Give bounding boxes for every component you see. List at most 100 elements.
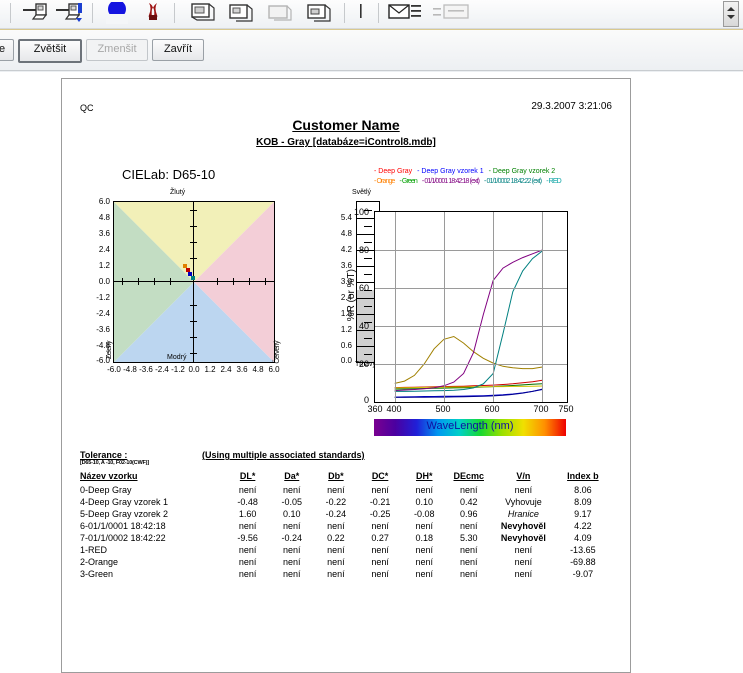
table-cell: 3-Green	[80, 569, 114, 579]
table-cell: 0.18	[415, 533, 433, 543]
table-cell: 9.17	[574, 509, 592, 519]
table-cell: Vyhovuje	[505, 497, 542, 507]
table-row[interactable]: 6-01/1/0001 18:42:18 není není není není není…	[80, 520, 610, 532]
table-row[interactable]: 0-Deep Gray není není není není není není není 8…	[80, 484, 610, 496]
axis-label-red: Červený	[274, 341, 281, 364]
sp-ytick: 80	[358, 245, 369, 255]
l-tick: 4.8	[340, 229, 352, 238]
table-cell: Hranice	[507, 509, 539, 519]
toolbar-separator	[10, 3, 11, 23]
legend-entry: - 01/1/0001 18:42:18 (ext)	[421, 178, 480, 185]
table-cell: není	[415, 485, 433, 495]
toolbar-separator	[174, 3, 175, 23]
report-subtitle: KOB - Gray [databáze=iControl8.mdb]	[256, 137, 436, 148]
table-cell: není	[514, 569, 533, 579]
table-header-cell: Index b	[567, 471, 599, 481]
legend-entry: - Green	[399, 178, 417, 185]
table-header-cell: Název vzorku	[80, 471, 138, 481]
spectral-chart-plot	[374, 211, 568, 403]
table-cell: není	[371, 569, 389, 579]
table-cell: 0.96	[459, 509, 478, 519]
axis-label-yellow: Žlutý	[170, 189, 186, 196]
table-cell: -9.07	[572, 569, 594, 579]
list-lines-icon	[432, 2, 478, 24]
ab-ytick: -4.8	[96, 341, 110, 350]
table-cell: -0.22	[325, 497, 347, 507]
close-button[interactable]: Zavřít	[152, 39, 204, 61]
doc-page-icon[interactable]	[228, 2, 254, 24]
table-cell: 5-Deep Gray vzorek 2	[80, 509, 169, 519]
table-row[interactable]: 7-01/1/0002 18:42:22 -9.56 -0.24 0.22 0.27 0.…	[80, 532, 610, 544]
table-cell: Nevyhověl	[500, 533, 546, 543]
table-cell: 4.09	[574, 533, 592, 543]
table-cell: není	[459, 521, 478, 531]
table-cell: 0.42	[459, 497, 478, 507]
save-doc-icon[interactable]	[306, 2, 332, 24]
table-cell: není	[327, 521, 345, 531]
table-cell: -0.48	[237, 497, 258, 507]
qc-label: QC	[80, 103, 94, 113]
spectral-curve	[394, 249, 543, 392]
legend-entry: - Deep Gray vzorek 2	[488, 168, 556, 175]
ab-ytick: 1.2	[98, 261, 110, 270]
table-cell: -13.65	[570, 545, 596, 555]
table-cell: není	[238, 557, 257, 567]
blue-ellipse-icon[interactable]	[104, 0, 130, 24]
scan-doc-dropdown-icon[interactable]	[56, 2, 82, 24]
table-header-row: Název vzorku DL* Da* Db* DC* DH* DEcmc V/n Index…	[80, 471, 610, 484]
table-cell: není	[283, 521, 301, 531]
sp-xtick: 750	[558, 404, 574, 414]
spectral-curves	[394, 249, 543, 398]
table-cell: -9.56	[237, 533, 258, 543]
table-cell: 8.09	[574, 497, 592, 507]
axis-label-blue: Modrý	[167, 354, 187, 361]
table-row[interactable]: 2-Orange není není není není není není není -69.…	[80, 556, 610, 568]
table-row[interactable]: 5-Deep Gray vzorek 2 1.60 0.10 -0.24 -0.25 -0…	[80, 508, 610, 520]
mail-list-icon[interactable]	[388, 2, 428, 24]
cielab-ab-plot	[113, 201, 275, 363]
table-cell: není	[415, 569, 433, 579]
report-timestamp: 29.3.2007 3:21:06	[531, 101, 612, 112]
table-cell: není	[415, 557, 433, 567]
table-row[interactable]: 4-Deep Gray vzorek 1 -0.48 -0.05 -0.22 -0.21…	[80, 496, 610, 508]
table-cell: -69.88	[570, 557, 596, 567]
ab-ytick: 6.0	[98, 197, 110, 206]
table-cell: není	[283, 557, 301, 567]
tolerance-illuminants: [D65-10, A -10, F02-10(CWF)]	[80, 460, 149, 466]
toolbar-separator	[92, 3, 93, 23]
table-cell: není	[238, 569, 257, 579]
table-cell: není	[459, 485, 478, 495]
lightness-top-label: Světlý	[352, 189, 372, 196]
text-cursor-icon[interactable]	[354, 2, 380, 24]
table-row[interactable]: 1-RED není není není není není není není -13.65	[80, 544, 610, 556]
table-cell: -0.21	[369, 497, 391, 507]
button-clipped[interactable]: e	[0, 39, 14, 61]
copy-doc-icon[interactable]	[190, 2, 216, 24]
ab-ytick: -6.0	[96, 356, 110, 365]
table-cell: 4.22	[574, 521, 592, 531]
preview-right-margin	[631, 72, 743, 673]
table-cell: není	[514, 557, 533, 567]
table-cell: není	[514, 485, 533, 495]
print-preview-area[interactable]: QC 29.3.2007 3:21:06 Customer Name KOB -…	[0, 72, 743, 673]
table-cell: -0.08	[413, 509, 435, 519]
table-cell: není	[514, 545, 533, 555]
table-cell: 1-RED	[80, 545, 108, 555]
table-header-cell: DEcmc	[453, 471, 484, 481]
legend-entry: - Deep Gray vzorek 1	[417, 168, 484, 175]
ab-ytick: 4.8	[98, 213, 110, 222]
ab-ytick: -1.2	[96, 293, 110, 302]
table-cell: není	[459, 545, 478, 555]
table-row[interactable]: 3-Green není není není není není není není -9.07	[80, 568, 610, 580]
legend-entry: - Orange	[374, 178, 395, 185]
spinner-updown-icon[interactable]	[723, 1, 739, 27]
top-toolbar	[0, 0, 743, 29]
scan-doc-icon[interactable]	[22, 2, 48, 24]
sp-ytick: 100	[353, 207, 369, 217]
table-cell: 2-Orange	[80, 557, 119, 567]
zoom-out-button[interactable]: Zmenšit	[86, 39, 148, 61]
table-cell: není	[327, 569, 345, 579]
table-header-cell: V/n	[516, 471, 531, 481]
zoom-in-button[interactable]: Zvětšit	[18, 39, 82, 63]
red-flame-icon[interactable]	[140, 2, 166, 24]
